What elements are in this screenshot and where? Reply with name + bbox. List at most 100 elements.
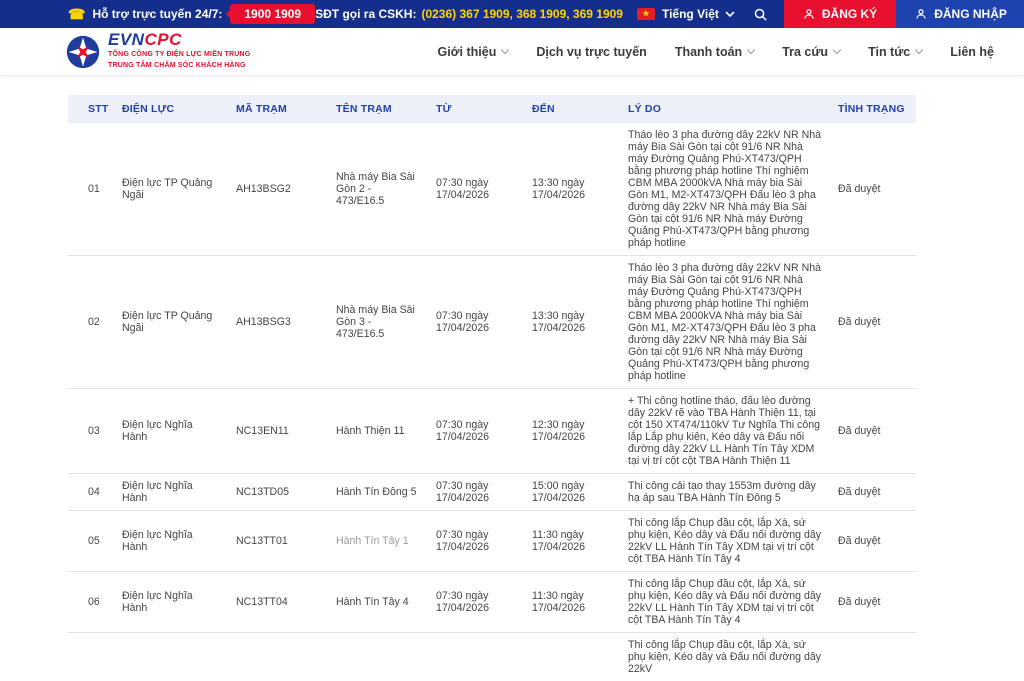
- chevron-down-icon: [747, 45, 755, 53]
- cell-dien-luc: Điện lực Nghĩa Hành: [114, 572, 228, 633]
- table-header-row: STTĐIỆN LỰCMÃ TRẠMTÊN TRẠMTỪĐẾNLÝ DOTÌNH…: [68, 95, 916, 123]
- cell-ly-do: Thi công lắp Chụp đầu cột, lắp Xà, sứ ph…: [620, 511, 830, 572]
- nav-item-label: Tin tức: [868, 45, 910, 59]
- nav-item-0[interactable]: Giới thiệu: [437, 45, 508, 59]
- logo-text: EVNCPC TỔNG CÔNG TY ĐIỆN LỰC MIỀN TRUNG …: [108, 31, 250, 71]
- cell-ma-tram: AH13BSG2: [228, 123, 328, 256]
- cell-dien-luc: Điện lực Nghĩa Hành: [114, 474, 228, 511]
- cell-den: [524, 633, 620, 681]
- cell-ten-tram: Hành Tín Tây 4: [328, 572, 428, 633]
- cell-den: 13:30 ngày 17/04/2026: [524, 256, 620, 389]
- cell-tinh-trang: Đã duyệt: [830, 572, 916, 633]
- search-icon: [753, 7, 768, 22]
- language-label: Tiếng Việt: [662, 7, 719, 21]
- nav-item-label: Liên hệ: [950, 45, 994, 59]
- cell-ly-do: + Thi công hotline tháo, đấu lèo đường d…: [620, 389, 830, 474]
- cell-tinh-trang: [830, 633, 916, 681]
- table-row: 02Điện lực TP Quảng NgãiAH13BSG3Nhà máy …: [68, 256, 916, 389]
- cell-den: 13:30 ngày 17/04/2026: [524, 123, 620, 256]
- cell-ma-tram: AH13BSG3: [228, 256, 328, 389]
- cell-dien-luc: [114, 633, 228, 681]
- cell-ma-tram: NC13TT04: [228, 572, 328, 633]
- outage-table-container: STTĐIỆN LỰCMÃ TRẠMTÊN TRẠMTỪĐẾNLÝ DOTÌNH…: [68, 95, 916, 681]
- nav-item-5[interactable]: Liên hệ: [950, 45, 994, 59]
- brand-name: EVNCPC: [108, 31, 250, 50]
- chevron-down-icon: [725, 11, 735, 17]
- chevron-down-icon: [833, 45, 841, 53]
- evn-star-logo-icon: [66, 35, 100, 69]
- login-button[interactable]: ĐĂNG NHẬP: [896, 0, 1024, 28]
- evncpc-logo[interactable]: EVNCPC TỔNG CÔNG TY ĐIỆN LỰC MIỀN TRUNG …: [66, 31, 250, 71]
- column-header: TÌNH TRẠNG: [830, 95, 916, 123]
- cell-tinh-trang: Đã duyệt: [830, 511, 916, 572]
- cell-ten-tram: Hành Thiện 11: [328, 389, 428, 474]
- nav-item-1[interactable]: Dịch vụ trực tuyến: [536, 45, 646, 59]
- nav-item-4[interactable]: Tin tức: [868, 45, 922, 59]
- cell-stt: 03: [68, 389, 114, 474]
- chevron-down-icon: [915, 45, 923, 53]
- cell-dien-luc: Điện lực TP Quảng Ngãi: [114, 123, 228, 256]
- column-header: STT: [68, 95, 114, 123]
- cell-stt: 06: [68, 572, 114, 633]
- cell-ly-do: Tháo lèo 3 pha đường dây 22kV NR Nhà máy…: [620, 256, 830, 389]
- cell-ten-tram: [328, 633, 428, 681]
- user-icon: [803, 8, 815, 20]
- cell-ten-tram: Hành Tín Đông 5: [328, 474, 428, 511]
- cell-dien-luc: Điện lực Nghĩa Hành: [114, 389, 228, 474]
- table-row: 04Điện lực Nghĩa HànhNC13TD05Hành Tín Đô…: [68, 474, 916, 511]
- cell-tinh-trang: Đã duyệt: [830, 123, 916, 256]
- cell-tu: 07:30 ngày 17/04/2026: [428, 572, 524, 633]
- topbar-right: SĐT gọi ra CSKH: (0236) 367 1909, 368 19…: [315, 0, 1024, 28]
- cell-tu: 07:30 ngày 17/04/2026: [428, 474, 524, 511]
- cell-tinh-trang: Đã duyệt: [830, 474, 916, 511]
- phone-icon: ☎: [68, 7, 85, 21]
- column-header: ĐIỆN LỰC: [114, 95, 228, 123]
- table-row: 03Điện lực Nghĩa HànhNC13EN11Hành Thiện …: [68, 389, 916, 474]
- table-row: 01Điện lực TP Quảng NgãiAH13BSG2Nhà máy …: [68, 123, 916, 256]
- cell-stt: [68, 633, 114, 681]
- nav-item-2[interactable]: Thanh toán: [675, 45, 754, 59]
- table-row: Thi công lắp Chụp đầu cột, lắp Xà, sứ ph…: [68, 633, 916, 681]
- column-header: MÃ TRẠM: [228, 95, 328, 123]
- outage-table: STTĐIỆN LỰCMÃ TRẠMTÊN TRẠMTỪĐẾNLÝ DOTÌNH…: [68, 95, 916, 681]
- cell-stt: 05: [68, 511, 114, 572]
- cell-tinh-trang: Đã duyệt: [830, 389, 916, 474]
- cell-den: 11:30 ngày 17/04/2026: [524, 511, 620, 572]
- language-selector[interactable]: Tiếng Việt: [662, 7, 735, 21]
- user-icon: [915, 8, 927, 20]
- search-button[interactable]: [753, 7, 768, 22]
- vietnam-flag-icon: ★: [637, 8, 655, 20]
- nav-item-3[interactable]: Tra cứu: [782, 45, 840, 59]
- cell-den: 11:30 ngày 17/04/2026: [524, 572, 620, 633]
- nav-item-label: Thanh toán: [675, 45, 742, 59]
- cell-ly-do: Thi công cải tạo thay 1553m đường dây hạ…: [620, 474, 830, 511]
- cell-ma-tram: [228, 633, 328, 681]
- cell-den: 12:30 ngày 17/04/2026: [524, 389, 620, 474]
- cell-ten-tram: Nhà máy Bia Sài Gòn 3 - 473/E16.5: [328, 256, 428, 389]
- cell-ma-tram: NC13TD05: [228, 474, 328, 511]
- register-button[interactable]: ĐĂNG KÝ: [784, 0, 896, 28]
- cell-tu: 07:30 ngày 17/04/2026: [428, 389, 524, 474]
- cskh-label: SĐT gọi ra CSKH:: [315, 7, 416, 21]
- cskh-numbers: (0236) 367 1909, 368 1909, 369 1909: [421, 7, 623, 21]
- cell-ten-tram: Nhà máy Bia Sài Gòn 2 - 473/E16.5: [328, 123, 428, 256]
- cell-dien-luc: Điện lực TP Quảng Ngãi: [114, 256, 228, 389]
- nav-item-label: Dịch vụ trực tuyến: [536, 45, 646, 59]
- column-header: TÊN TRẠM: [328, 95, 428, 123]
- table-row: 05Điện lực Nghĩa HànhNC13TT01Hành Tín Tâ…: [68, 511, 916, 572]
- site-header: EVNCPC TỔNG CÔNG TY ĐIỆN LỰC MIỀN TRUNG …: [0, 28, 1024, 76]
- cell-tinh-trang: Đã duyệt: [830, 256, 916, 389]
- topbar: ☎ Hỗ trợ trực tuyến 24/7: 1900 1909 SĐT …: [0, 0, 1024, 28]
- cell-ly-do: Tháo lèo 3 pha đường dây 22kV NR Nhà máy…: [620, 123, 830, 256]
- cell-stt: 04: [68, 474, 114, 511]
- cell-tu: 07:30 ngày 17/04/2026: [428, 256, 524, 389]
- nav-item-label: Giới thiệu: [437, 45, 496, 59]
- cell-den: 15:00 ngày 17/04/2026: [524, 474, 620, 511]
- hotline-badge[interactable]: 1900 1909: [230, 4, 315, 24]
- table-row: 06Điện lực Nghĩa HànhNC13TT04Hành Tín Tâ…: [68, 572, 916, 633]
- cell-ly-do: Thi công lắp Chụp đầu cột, lắp Xà, sứ ph…: [620, 572, 830, 633]
- table-body: 01Điện lực TP Quảng NgãiAH13BSG2Nhà máy …: [68, 123, 916, 681]
- logo-subtitle-2: TRUNG TÂM CHĂM SÓC KHÁCH HÀNG: [108, 61, 250, 72]
- cell-tu: [428, 633, 524, 681]
- cell-ma-tram: NC13TT01: [228, 511, 328, 572]
